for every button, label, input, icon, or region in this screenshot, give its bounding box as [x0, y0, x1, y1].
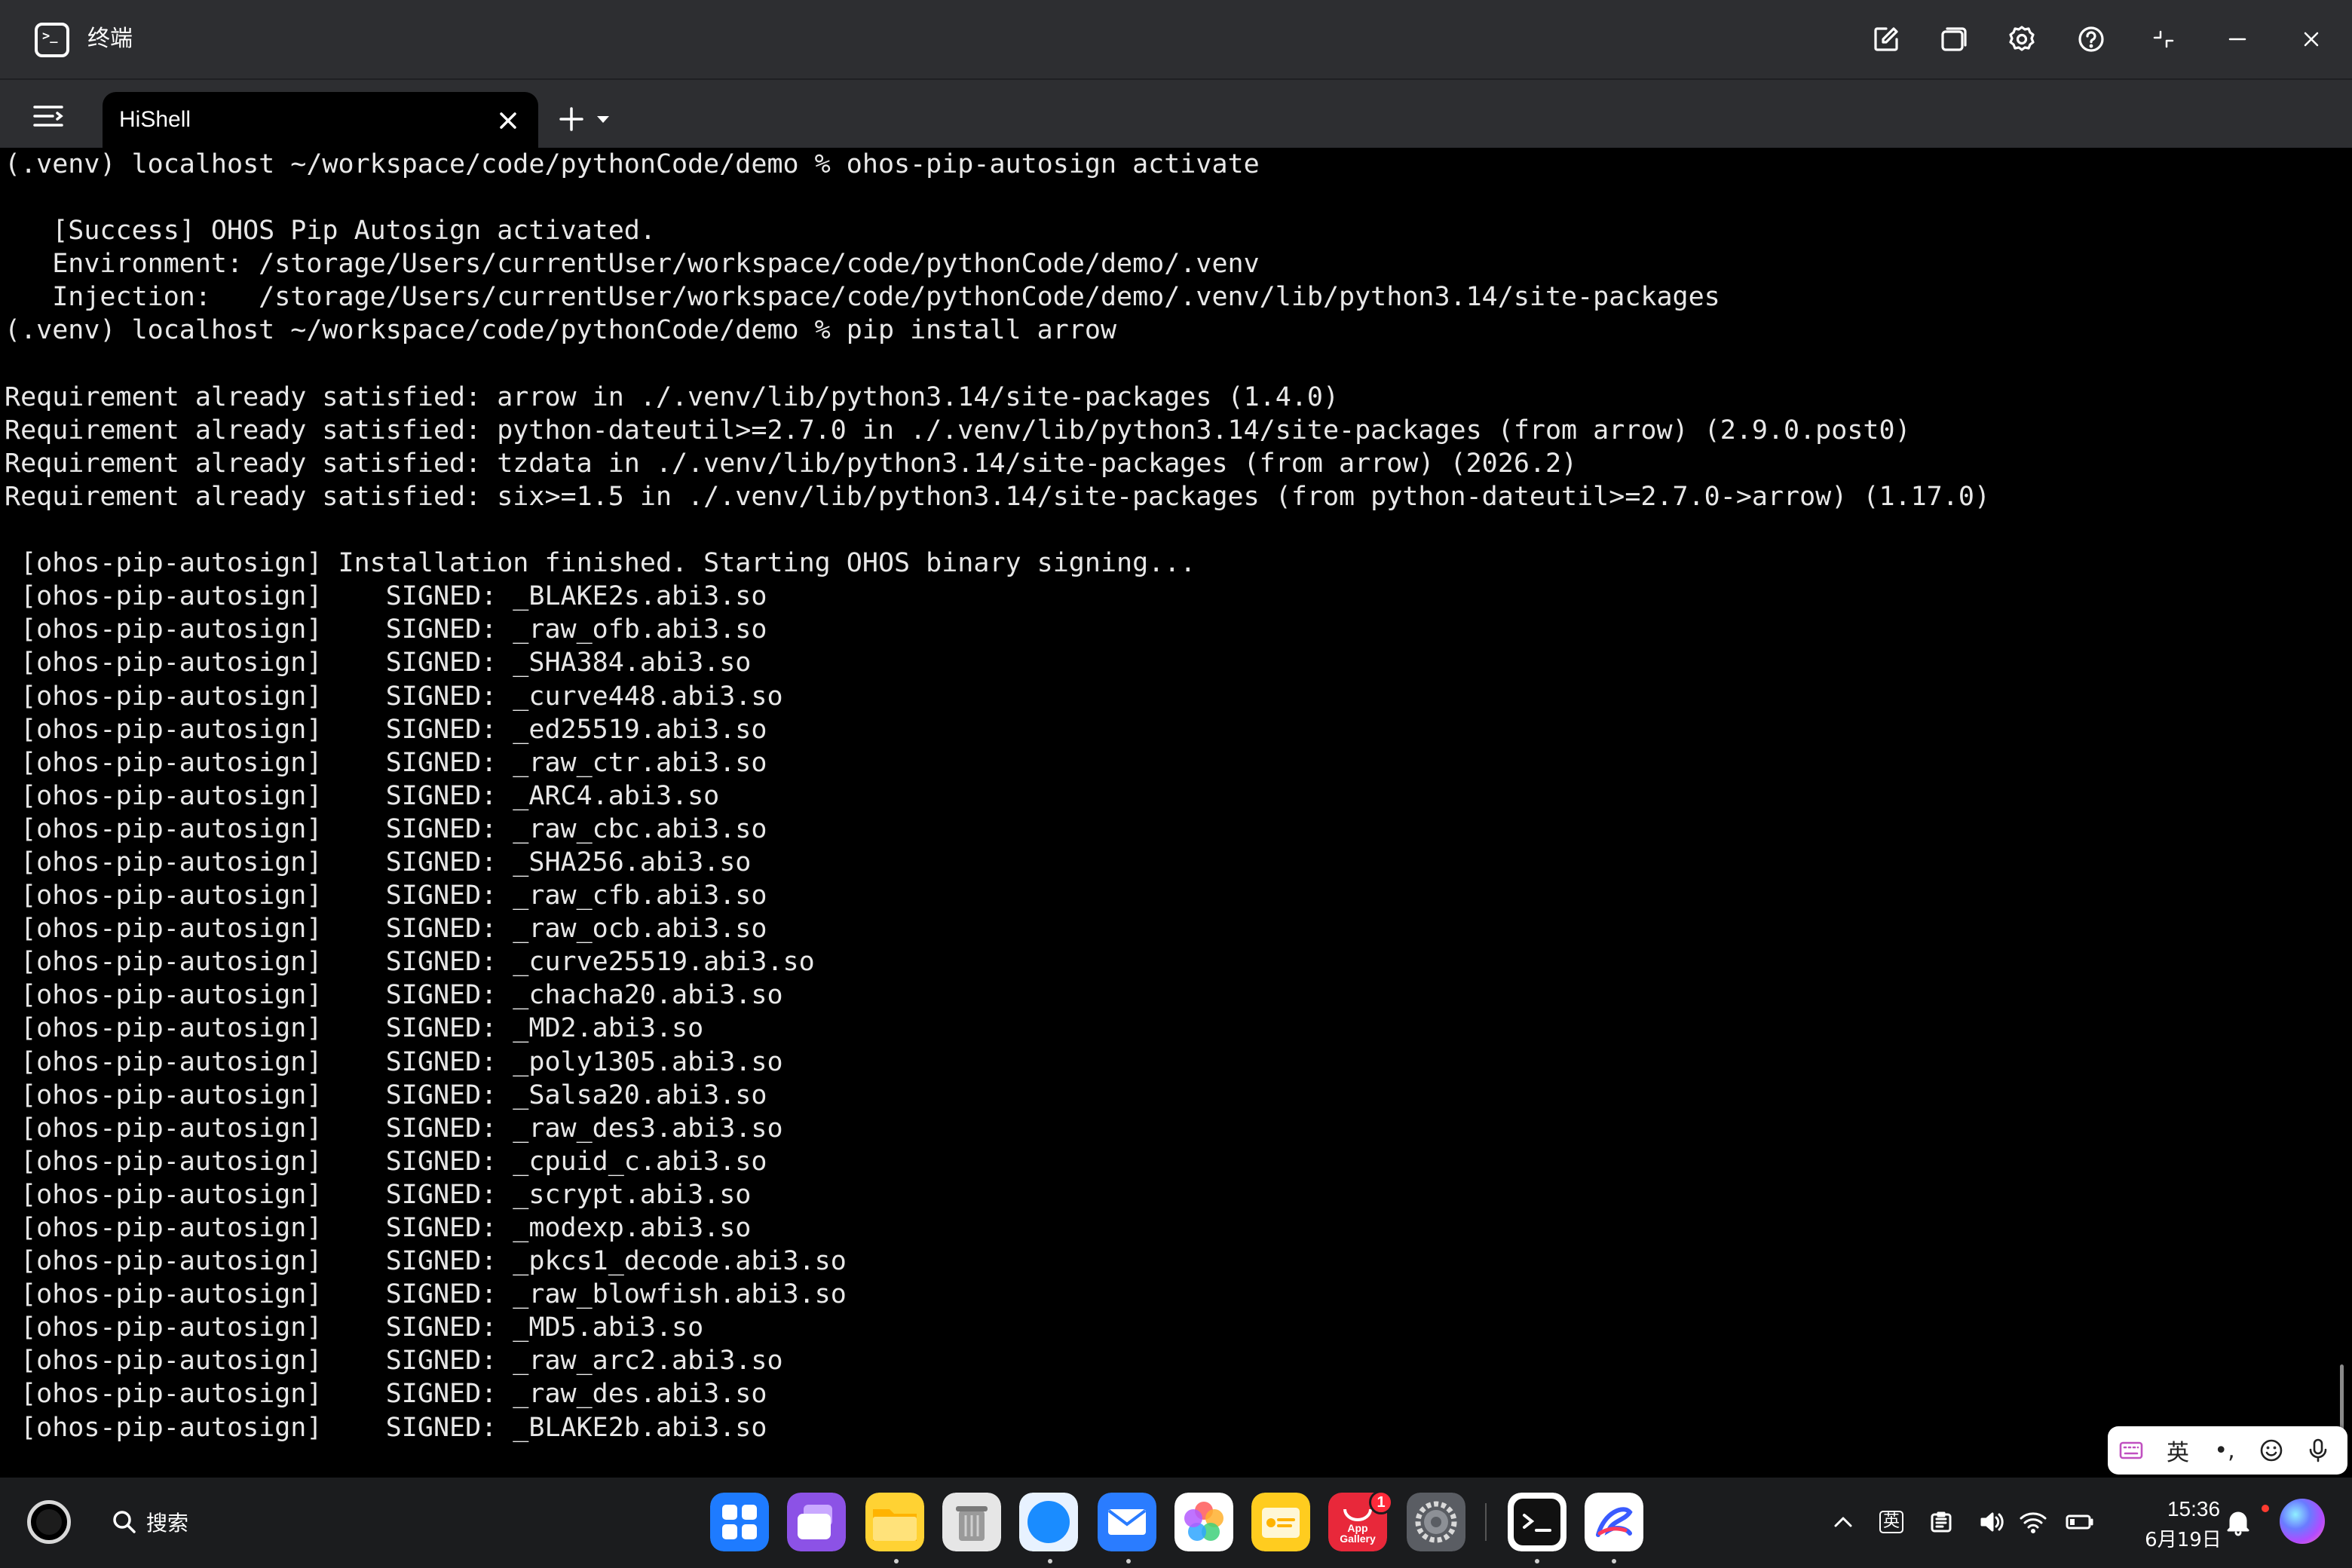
terminal-line: [ohos-pip-autosign] SIGNED: _BLAKE2b.abi…: [5, 1412, 767, 1443]
running-indicator: [1126, 1559, 1131, 1563]
terminal-line: [ohos-pip-autosign] SIGNED: _ARC4.abi3.s…: [5, 780, 720, 811]
running-indicator: [1048, 1559, 1052, 1563]
terminal-line: Environment: /storage/Users/currentUser/…: [5, 249, 1260, 280]
terminal-line: Requirement already satisfied: python-da…: [5, 415, 1911, 446]
start-button[interactable]: [27, 1500, 71, 1544]
tab-hishell[interactable]: HiShell: [103, 92, 538, 149]
window-icon[interactable]: [1934, 20, 1974, 59]
terminal-line: [ohos-pip-autosign] SIGNED: _MD2.abi3.so: [5, 1013, 704, 1044]
menu-icon[interactable]: [32, 103, 65, 130]
volume-icon[interactable]: [1975, 1505, 2010, 1539]
ime-indicator[interactable]: 英: [1874, 1505, 1909, 1539]
trash-icon[interactable]: [942, 1493, 1001, 1551]
terminal-line: Requirement already satisfied: arrow in …: [5, 381, 1340, 412]
terminal-line: (.venv) localhost ~/workspace/code/pytho…: [5, 149, 1260, 179]
browser-icon[interactable]: [1019, 1493, 1078, 1551]
terminal-line: [ohos-pip-autosign] SIGNED: _cpuid_c.abi…: [5, 1146, 767, 1177]
terminal-line: [ohos-pip-autosign] SIGNED: _chacha20.ab…: [5, 980, 783, 1011]
help-icon[interactable]: [2072, 20, 2111, 59]
photos-icon[interactable]: [1174, 1493, 1233, 1551]
dock: 搜索 App Gallery 1 英 15:36 6月19日: [0, 1478, 2352, 1568]
terminal-line: [ohos-pip-autosign] SIGNED: _raw_des.abi…: [5, 1379, 767, 1410]
terminal-line: [ohos-pip-autosign] SIGNED: _raw_des3.ab…: [5, 1113, 783, 1144]
terminal-line: [ohos-pip-autosign] SIGNED: _Salsa20.abi…: [5, 1080, 767, 1110]
terminal-line: [ohos-pip-autosign] SIGNED: _SHA256.abi3…: [5, 847, 752, 877]
title-bar: 终端: [0, 0, 2352, 78]
emoji-icon[interactable]: [2248, 1426, 2295, 1475]
app-center-icon[interactable]: [710, 1493, 769, 1551]
terminal-line: [Success] OHOS Pip Autosign activated.: [5, 216, 656, 247]
ime-toolbar: 英 •,: [2108, 1426, 2347, 1475]
clock-time[interactable]: 15:36: [2156, 1497, 2231, 1521]
close-icon[interactable]: [2292, 20, 2331, 59]
tab-close-icon[interactable]: [493, 106, 523, 136]
terminal-line: [ohos-pip-autosign] SIGNED: _pkcs1_decod…: [5, 1246, 847, 1277]
running-indicator: [1612, 1559, 1616, 1563]
keyboard-icon[interactable]: [2108, 1426, 2154, 1475]
chevron-up-icon[interactable]: [1826, 1505, 1860, 1539]
settings-icon[interactable]: [2002, 20, 2041, 59]
notification-dot: [2262, 1505, 2269, 1512]
running-indicator: [894, 1559, 899, 1563]
terminal-line: Requirement already satisfied: six>=1.5 …: [5, 481, 1990, 512]
terminal-line: [ohos-pip-autosign] Installation finishe…: [5, 548, 1196, 579]
notification-icon[interactable]: [2221, 1505, 2256, 1539]
clock-date[interactable]: 6月19日: [2138, 1524, 2228, 1552]
app-gallery-badge: 1: [1369, 1490, 1393, 1514]
app-gallery-label-2: Gallery: [1340, 1533, 1376, 1545]
terminal-line: [ohos-pip-autosign] SIGNED: _poly1305.ab…: [5, 1046, 783, 1077]
multitask-icon[interactable]: [787, 1493, 846, 1551]
tab-dropdown-icon[interactable]: [597, 116, 609, 123]
terminal-line: Requirement already satisfied: tzdata in…: [5, 448, 1578, 479]
terminal-text: (.venv) localhost ~/workspace/code/pytho…: [0, 148, 2334, 1444]
terminal-line: [ohos-pip-autosign] SIGNED: _BLAKE2s.abi…: [5, 581, 767, 612]
wifi-icon[interactable]: [2016, 1505, 2050, 1539]
terminal-line: [ohos-pip-autosign] SIGNED: _raw_blowfis…: [5, 1279, 847, 1310]
pen-icon[interactable]: [1585, 1493, 1643, 1551]
add-tab-icon[interactable]: [556, 104, 586, 134]
tab-label: HiShell: [119, 107, 191, 132]
mail-icon[interactable]: [1098, 1493, 1156, 1551]
window-title: 终端: [87, 26, 133, 52]
search-label: 搜索: [146, 1511, 189, 1536]
ime-punct-toggle[interactable]: •,: [2201, 1426, 2248, 1475]
minimize-icon[interactable]: [2218, 20, 2257, 59]
system-settings-icon[interactable]: [1407, 1493, 1465, 1551]
clipboard-icon[interactable]: [1924, 1505, 1958, 1539]
terminal-line: [ohos-pip-autosign] SIGNED: _scrypt.abi3…: [5, 1179, 752, 1210]
notes-icon[interactable]: [1251, 1493, 1310, 1551]
terminal-line: [ohos-pip-autosign] SIGNED: _raw_cfb.abi…: [5, 880, 767, 911]
tab-bar: HiShell: [0, 78, 2352, 149]
dock-separator: [1485, 1503, 1487, 1541]
terminal-line: [ohos-pip-autosign] SIGNED: _raw_ofb.abi…: [5, 614, 767, 645]
terminal-line: [ohos-pip-autosign] SIGNED: _SHA384.abi3…: [5, 648, 752, 678]
terminal-line: Injection: /storage/Users/currentUser/wo…: [5, 282, 1720, 313]
terminal-icon[interactable]: [1508, 1493, 1566, 1551]
terminal-line: [ohos-pip-autosign] SIGNED: _modexp.abi3…: [5, 1213, 752, 1243]
restore-icon[interactable]: [2144, 20, 2183, 59]
dock-search[interactable]: 搜索: [110, 1506, 188, 1538]
terminal-output[interactable]: (.venv) localhost ~/workspace/code/pytho…: [0, 148, 2334, 1478]
terminal-line: (.venv) localhost ~/workspace/code/pytho…: [5, 315, 1117, 346]
running-indicator: [1535, 1559, 1539, 1563]
edit-icon[interactable]: [1867, 20, 1906, 59]
search-icon: [113, 1511, 136, 1533]
terminal-line: [ohos-pip-autosign] SIGNED: _raw_ctr.abi…: [5, 747, 767, 778]
terminal-line: [ohos-pip-autosign] SIGNED: _raw_ocb.abi…: [5, 914, 767, 945]
assistant-icon[interactable]: [2280, 1499, 2325, 1544]
terminal-line: [ohos-pip-autosign] SIGNED: _curve448.ab…: [5, 681, 783, 712]
terminal-app-icon: [35, 23, 69, 57]
terminal-line: [ohos-pip-autosign] SIGNED: _raw_cbc.abi…: [5, 813, 767, 844]
terminal-line: [ohos-pip-autosign] SIGNED: _MD5.abi3.so: [5, 1312, 704, 1343]
ime-language-toggle[interactable]: 英: [2154, 1426, 2201, 1475]
files-icon[interactable]: [865, 1493, 924, 1551]
terminal-line: [ohos-pip-autosign] SIGNED: _raw_arc2.ab…: [5, 1346, 783, 1377]
microphone-icon[interactable]: [2295, 1426, 2341, 1475]
terminal-line: [ohos-pip-autosign] SIGNED: _ed25519.abi…: [5, 714, 767, 745]
terminal-line: [ohos-pip-autosign] SIGNED: _curve25519.…: [5, 947, 815, 978]
battery-icon: [2063, 1505, 2097, 1539]
